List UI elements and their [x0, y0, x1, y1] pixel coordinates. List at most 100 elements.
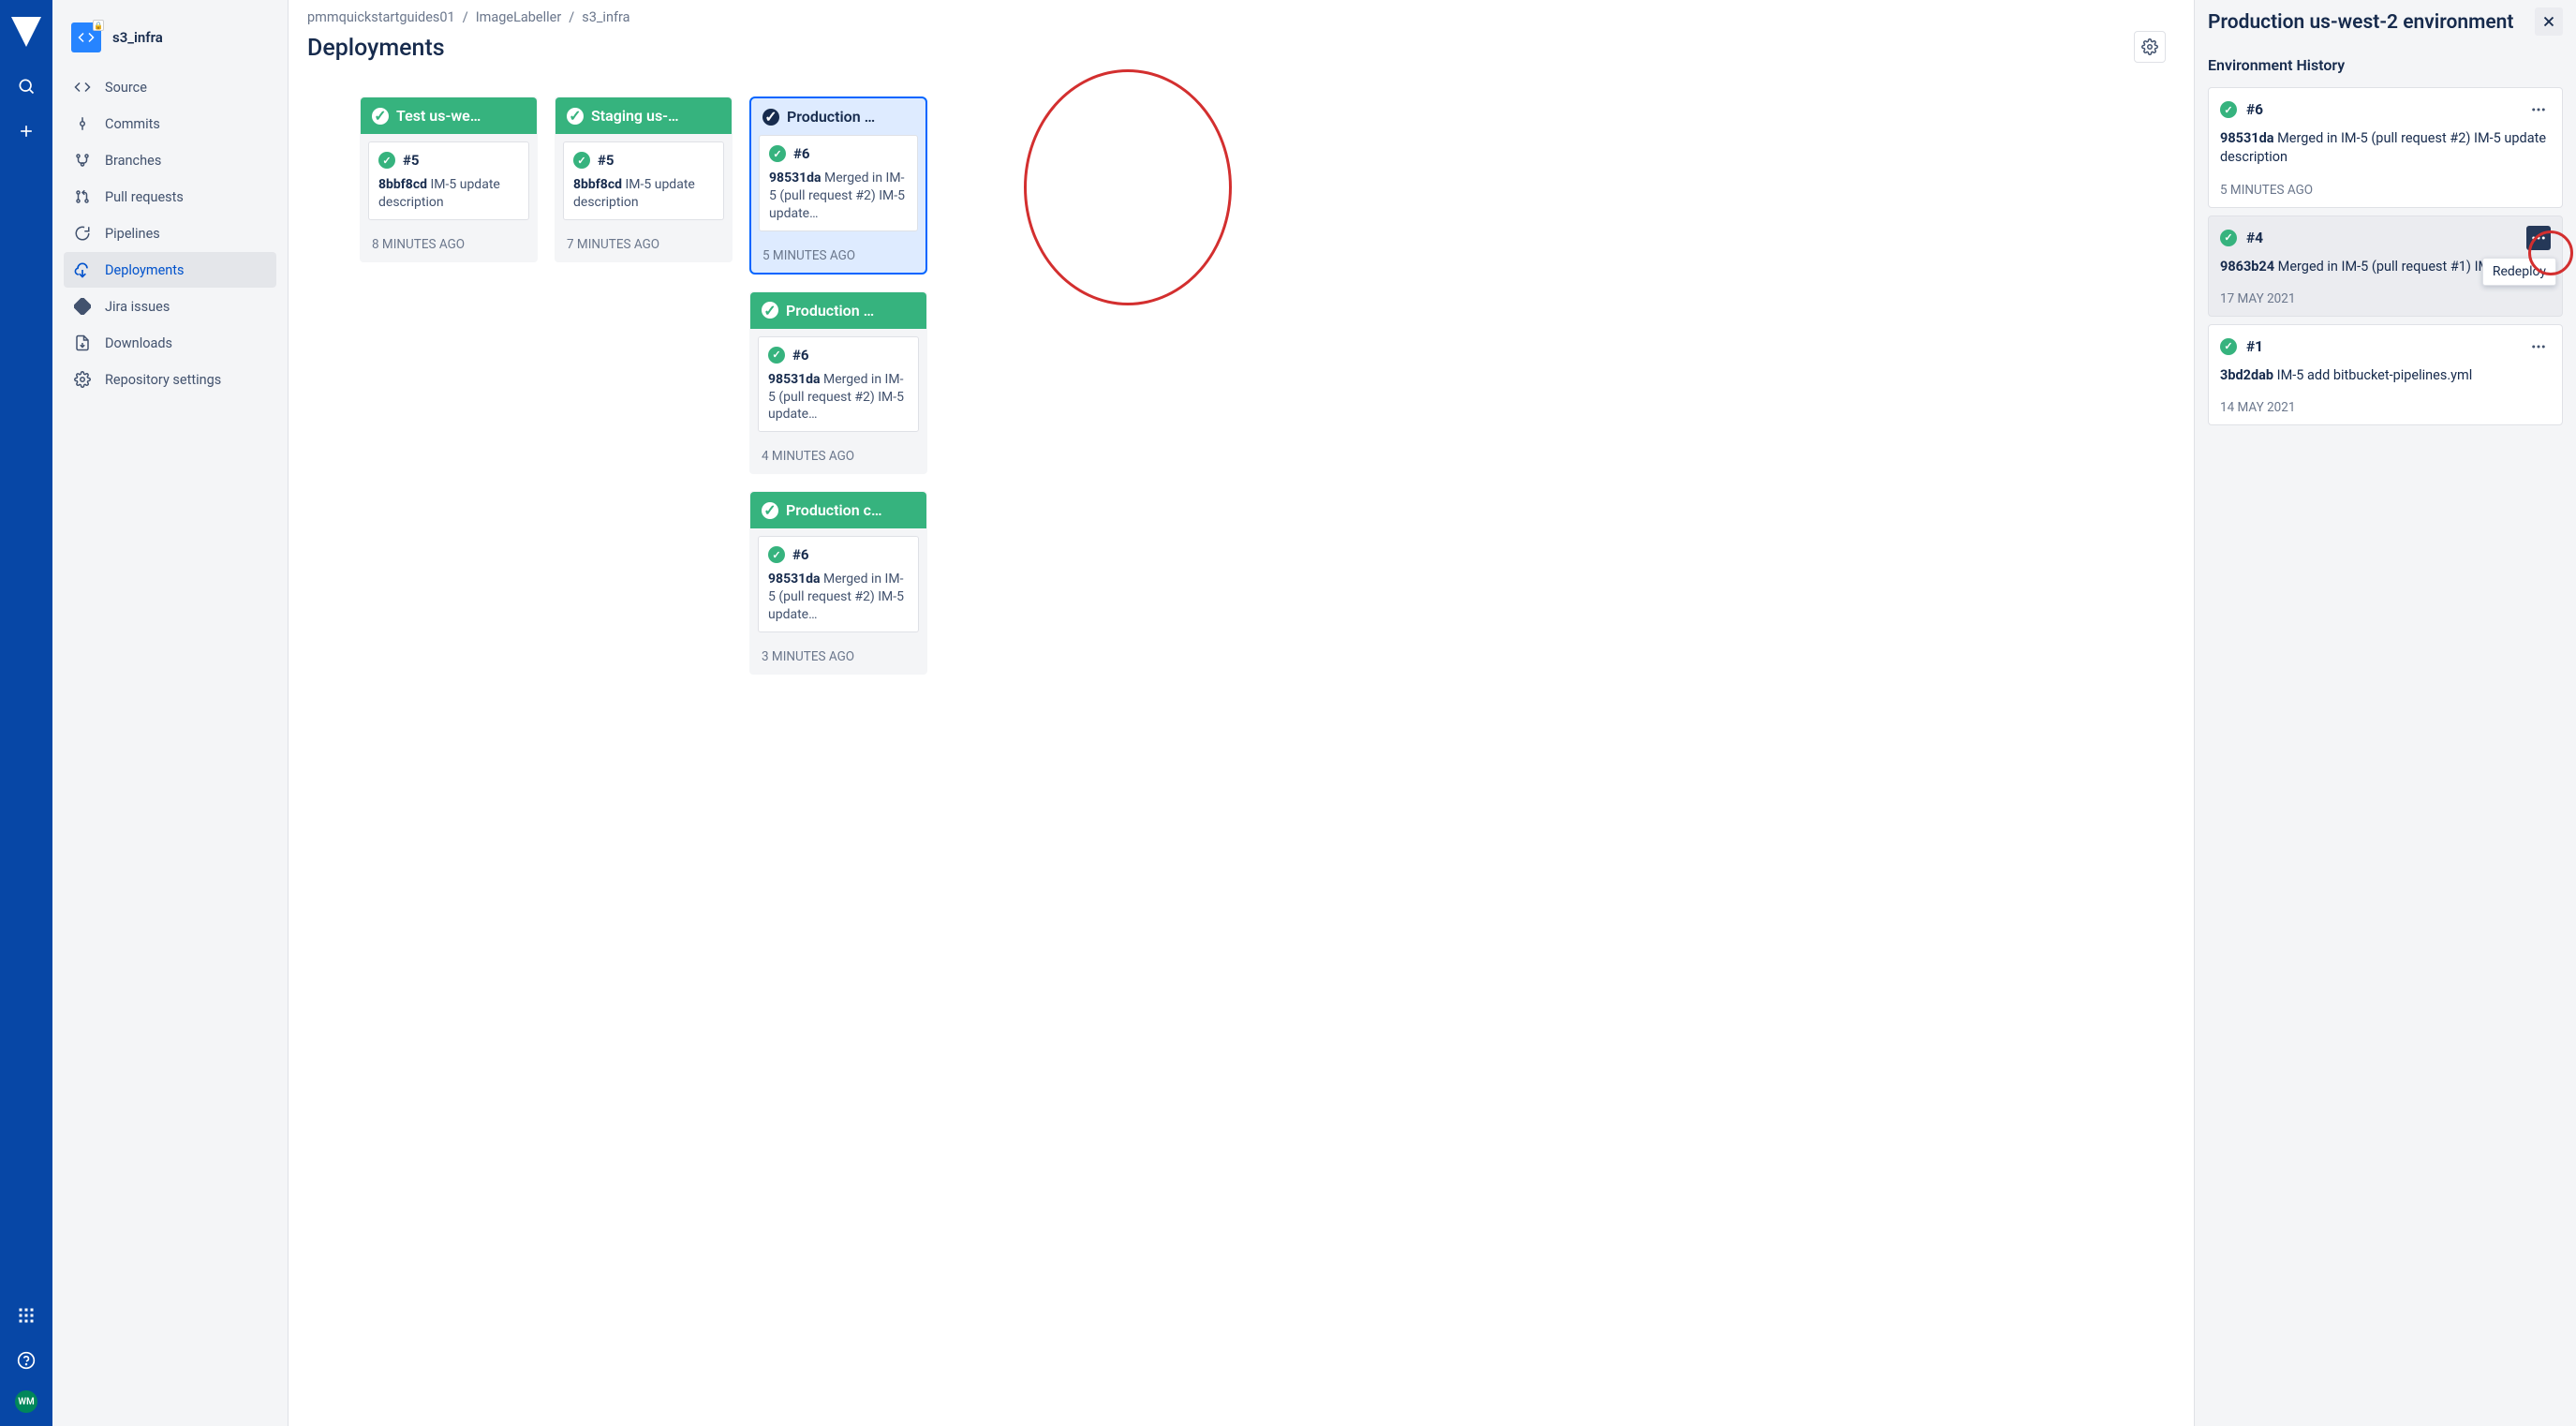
gear-icon: [2141, 38, 2158, 55]
commit-message: 98531da Merged in IM-5 (pull request #2)…: [768, 571, 909, 624]
nav-branches[interactable]: Branches: [64, 142, 276, 178]
nav-source[interactable]: Source: [64, 69, 276, 105]
nav-label: Pull requests: [105, 189, 184, 205]
deployments-icon: [73, 260, 92, 279]
panel-title: Production us-west-2 environment: [2208, 7, 2513, 34]
environment-header: ✓ Production c…: [750, 492, 926, 528]
more-actions-button[interactable]: [2526, 226, 2551, 250]
build-number: #6: [2246, 101, 2263, 118]
timestamp: 7 MINUTES AGO: [555, 237, 732, 261]
environment-name: Production c…: [786, 501, 882, 519]
deployment-summary[interactable]: ✓#5 8bbf8cd IM-5 update description: [563, 141, 724, 220]
global-rail: WM: [0, 0, 52, 1426]
user-avatar[interactable]: WM: [15, 1390, 37, 1413]
nav-downloads[interactable]: Downloads: [64, 325, 276, 361]
commit-message: 98531da Merged in IM-5 (pull request #2)…: [769, 170, 908, 223]
success-icon: ✓: [2220, 230, 2237, 246]
timestamp: 5 MINUTES AGO: [2220, 183, 2551, 198]
lock-icon: 🔒: [93, 20, 104, 31]
more-icon: [2530, 338, 2547, 355]
nav-deployments[interactable]: Deployments: [64, 252, 276, 288]
nav-repo-settings[interactable]: Repository settings: [64, 362, 276, 397]
gear-icon: [73, 370, 92, 389]
environment-header: ✓ Test us-we…: [361, 97, 537, 134]
more-actions-button[interactable]: [2526, 334, 2551, 359]
search-icon[interactable]: [11, 71, 41, 101]
branch-icon: [73, 151, 92, 170]
jira-icon: [73, 297, 92, 316]
build-number: #6: [793, 145, 810, 162]
success-icon: ✓: [2220, 101, 2237, 118]
close-button[interactable]: [2535, 7, 2563, 36]
deployment-summary[interactable]: ✓#6 98531da Merged in IM-5 (pull request…: [758, 536, 919, 632]
nav-label: Jira issues: [105, 299, 170, 315]
commit-icon: [73, 114, 92, 133]
build-number: #6: [792, 347, 809, 364]
deployment-summary[interactable]: ✓#6 98531da Merged in IM-5 (pull request…: [758, 336, 919, 433]
success-icon: ✓: [762, 109, 779, 126]
nav-jira-issues[interactable]: Jira issues: [64, 289, 276, 324]
environment-name: Production …: [786, 302, 874, 319]
breadcrumb-link[interactable]: ImageLabeller: [476, 9, 562, 25]
more-actions-button[interactable]: [2526, 97, 2551, 122]
environment-card[interactable]: ✓ Test us-we… ✓ #5 8bbf8cd IM-5 update de…: [360, 97, 538, 262]
create-icon[interactable]: [11, 116, 41, 146]
breadcrumb-link[interactable]: s3_infra: [582, 9, 629, 25]
bitbucket-logo-icon[interactable]: [11, 17, 41, 47]
build-number: #5: [403, 152, 420, 169]
nav-pipelines[interactable]: Pipelines: [64, 215, 276, 251]
history-card[interactable]: ✓#1 3bd2dab IM-5 add bitbucket-pipelines…: [2208, 324, 2563, 425]
pull-request-icon: [73, 187, 92, 206]
nav-label: Deployments: [105, 262, 185, 278]
repo-icon: 🔒: [71, 22, 101, 52]
environment-header: ✓ Staging us-…: [555, 97, 732, 134]
success-icon: ✓: [769, 145, 786, 162]
page-title: Deployments: [307, 35, 445, 62]
environment-name: Production …: [787, 108, 875, 126]
nav-label: Downloads: [105, 335, 172, 351]
nav-label: Source: [105, 80, 147, 96]
success-icon: ✓: [567, 108, 584, 125]
breadcrumb-link[interactable]: pmmquickstartguides01: [307, 9, 455, 25]
nav-commits[interactable]: Commits: [64, 106, 276, 141]
environment-card[interactable]: ✓ Production … ✓ #6 98531da Merged in IM-…: [749, 97, 927, 275]
environment-card[interactable]: ✓ Staging us-… ✓#5 8bbf8cd IM-5 update d…: [555, 97, 733, 262]
timestamp: 14 MAY 2021: [2220, 400, 2551, 415]
more-icon: [2530, 230, 2547, 246]
environment-name: Staging us-…: [591, 107, 679, 125]
repo-sidebar: 🔒 s3_infra Source Commits Branches Pull …: [52, 0, 289, 1426]
environment-card[interactable]: ✓ Production … ✓#6 98531da Merged in IM-…: [749, 291, 927, 475]
environment-header: ✓ Production …: [751, 98, 925, 135]
redeploy-tooltip: Redeploy: [2482, 258, 2556, 286]
deployment-summary[interactable]: ✓ #5 8bbf8cd IM-5 update description: [368, 141, 529, 220]
deployment-columns: ✓ Test us-we… ✓ #5 8bbf8cd IM-5 update de…: [307, 97, 2175, 675]
environment-card[interactable]: ✓ Production c… ✓#6 98531da Merged in IM…: [749, 491, 927, 675]
repo-header[interactable]: 🔒 s3_infra: [64, 19, 276, 56]
success-icon: ✓: [762, 502, 778, 519]
history-card[interactable]: ✓#6 98531da Merged in IM-5 (pull request…: [2208, 87, 2563, 208]
deployment-summary[interactable]: ✓ #6 98531da Merged in IM-5 (pull request…: [759, 135, 918, 231]
nav-label: Repository settings: [105, 372, 221, 388]
settings-button[interactable]: [2134, 31, 2166, 63]
commit-message: 8bbf8cd IM-5 update description: [378, 176, 519, 212]
help-icon[interactable]: [11, 1345, 41, 1375]
app-switcher-icon[interactable]: [11, 1300, 41, 1330]
success-icon: ✓: [378, 152, 395, 169]
success-icon: ✓: [573, 152, 590, 169]
build-number: #4: [2246, 230, 2263, 246]
nav-label: Branches: [105, 153, 161, 169]
history-card[interactable]: ✓#4 9863b24 Merged in IM-5 (pull request…: [2208, 215, 2563, 317]
breadcrumb: pmmquickstartguides01/ ImageLabeller/ s3…: [307, 7, 2175, 31]
timestamp: 3 MINUTES AGO: [750, 649, 926, 674]
panel-subtitle: Environment History: [2208, 56, 2563, 74]
build-number: #1: [2246, 338, 2263, 355]
success-icon: ✓: [768, 347, 785, 364]
nav-label: Commits: [105, 116, 160, 132]
more-icon: [2530, 101, 2547, 118]
nav-pull-requests[interactable]: Pull requests: [64, 179, 276, 215]
success-icon: ✓: [762, 302, 778, 319]
nav-label: Pipelines: [105, 226, 160, 242]
environment-name: Test us-we…: [396, 107, 481, 125]
main-content: pmmquickstartguides01/ ImageLabeller/ s3…: [289, 0, 2194, 1426]
commit-message: 8bbf8cd IM-5 update description: [573, 176, 714, 212]
